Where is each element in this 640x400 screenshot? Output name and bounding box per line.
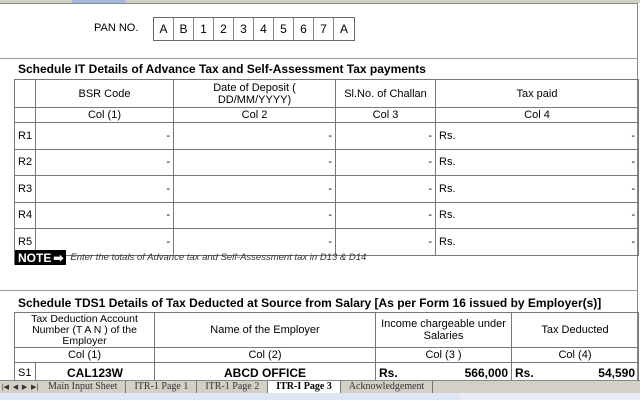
challan-cell[interactable]: - — [335, 175, 436, 203]
header-date: Date of Deposit ( DD/MM/YYYY) — [173, 79, 336, 108]
sheet-tab[interactable]: Main Input Sheet — [40, 381, 127, 393]
tab-navigation: |◀ ◀ ▶ ▶| — [0, 383, 40, 391]
currency-label: Rs. — [439, 235, 456, 248]
currency-label: Rs. — [379, 365, 398, 380]
row-id: R3 — [14, 175, 36, 203]
tax-paid-cell[interactable]: Rs. - — [435, 201, 639, 229]
col-label: Col (1) — [14, 347, 155, 363]
tax-paid-value: - — [631, 235, 635, 248]
date-cell[interactable]: - — [173, 175, 336, 203]
income-value: 566,000 — [464, 365, 508, 380]
pan-char[interactable]: 6 — [294, 18, 314, 40]
pan-char[interactable]: B — [174, 18, 194, 40]
note-label: NOTE — [18, 250, 52, 265]
header-bsr: BSR Code — [35, 79, 174, 108]
challan-cell[interactable]: - — [335, 148, 436, 176]
bsr-cell[interactable]: - — [35, 122, 174, 150]
date-cell[interactable]: - — [173, 201, 336, 229]
pan-label: PAN NO. — [94, 22, 139, 34]
header-tan: Tax Deduction Account Number (T A N ) of… — [14, 312, 155, 348]
row-id-header — [14, 79, 36, 108]
bsr-cell[interactable]: - — [35, 201, 174, 229]
divider — [0, 58, 638, 59]
header-tax-deducted: Tax Deducted — [511, 312, 639, 348]
tax-paid-cell[interactable]: Rs. - — [435, 175, 639, 203]
note-badge: NOTE ➡ — [15, 250, 67, 265]
note-text: Enter the totals of Advance tax and Self… — [70, 252, 367, 263]
col-label: Col (3 ) — [375, 347, 512, 363]
prev-sheet-icon[interactable]: ◀ — [13, 383, 18, 391]
first-sheet-icon[interactable]: |◀ — [2, 383, 9, 391]
challan-cell[interactable]: - — [335, 122, 436, 150]
pan-char[interactable]: 4 — [254, 18, 274, 40]
pan-char[interactable]: A — [154, 18, 174, 40]
sheet-tab[interactable]: Acknowledgement — [341, 381, 434, 393]
bsr-cell[interactable]: - — [35, 175, 174, 203]
tax-paid-value: - — [631, 129, 635, 142]
pan-char[interactable]: 7 — [314, 18, 334, 40]
table-row: R4 - - - Rs. - — [14, 201, 639, 229]
date-cell[interactable]: - — [173, 122, 336, 150]
last-sheet-icon[interactable]: ▶| — [31, 383, 38, 391]
table-row: R1 - - - Rs. - — [14, 122, 639, 150]
currency-label: Rs. — [439, 182, 456, 195]
tax-paid-value: - — [631, 156, 635, 169]
row-id: R1 — [14, 122, 36, 150]
schedule-tds1-title: Schedule TDS1 Details of Tax Deducted at… — [18, 296, 602, 310]
table-row: R3 - - - Rs. - — [14, 175, 639, 203]
col-label: Col (1) — [35, 107, 174, 123]
pan-char[interactable]: 2 — [214, 18, 234, 40]
date-cell[interactable]: - — [173, 148, 336, 176]
col-label: Col 4 — [435, 107, 639, 123]
blank-cell — [14, 107, 36, 123]
col-label: Col (4) — [511, 347, 639, 363]
currency-label: Rs. — [439, 156, 456, 169]
tax-paid-value: - — [631, 209, 635, 222]
arrow-right-icon: ➡ — [53, 250, 64, 265]
row-id: R2 — [14, 148, 36, 176]
schedule-it-title: Schedule IT Details of Advance Tax and S… — [18, 62, 426, 76]
tax-value: 54,590 — [598, 365, 635, 380]
status-strip — [0, 393, 640, 400]
header-employer: Name of the Employer — [154, 312, 376, 348]
col-label: Col 3 — [335, 107, 436, 123]
header-tax: Tax paid — [435, 79, 639, 108]
sheet-tab[interactable]: ITR-I Page 3 — [268, 381, 341, 393]
schedule-tds1-table: Tax Deduction Account Number (T A N ) of… — [14, 312, 639, 383]
col-label: Col 2 — [173, 107, 336, 123]
pan-char[interactable]: 5 — [274, 18, 294, 40]
divider — [0, 290, 638, 291]
col-label: Col (2) — [154, 347, 376, 363]
tax-paid-cell[interactable]: Rs. - — [435, 122, 639, 150]
currency-label: Rs. — [439, 129, 456, 142]
currency-label: Rs. — [515, 365, 534, 380]
header-income: Income chargeable under Salaries — [375, 312, 512, 348]
bsr-cell[interactable]: - — [35, 148, 174, 176]
challan-cell[interactable]: - — [335, 201, 436, 229]
currency-label: Rs. — [439, 209, 456, 222]
next-sheet-icon[interactable]: ▶ — [22, 383, 27, 391]
note-row: NOTE ➡ Enter the totals of Advance tax an… — [14, 250, 638, 265]
tax-paid-cell[interactable]: Rs. - — [435, 148, 639, 176]
header-challan: Sl.No. of Challan — [335, 79, 436, 108]
pan-char[interactable]: 3 — [234, 18, 254, 40]
pan-char[interactable]: 1 — [194, 18, 214, 40]
row-id: R4 — [14, 201, 36, 229]
pan-char[interactable]: A — [334, 18, 354, 40]
sheet-tab[interactable]: ITR-1 Page 2 — [197, 381, 269, 393]
sheet-tab[interactable]: ITR-1 Page 1 — [126, 381, 198, 393]
pan-boxes: A B 1 2 3 4 5 6 7 A — [153, 17, 355, 41]
schedule-it-table: BSR Code Date of Deposit ( DD/MM/YYYY) S… — [14, 79, 639, 256]
tax-paid-value: - — [631, 182, 635, 195]
sheet-tab-bar: |◀ ◀ ▶ ▶| Main Input Sheet ITR-1 Page 1 IT… — [0, 380, 640, 393]
table-row: R2 - - - Rs. - — [14, 148, 639, 176]
